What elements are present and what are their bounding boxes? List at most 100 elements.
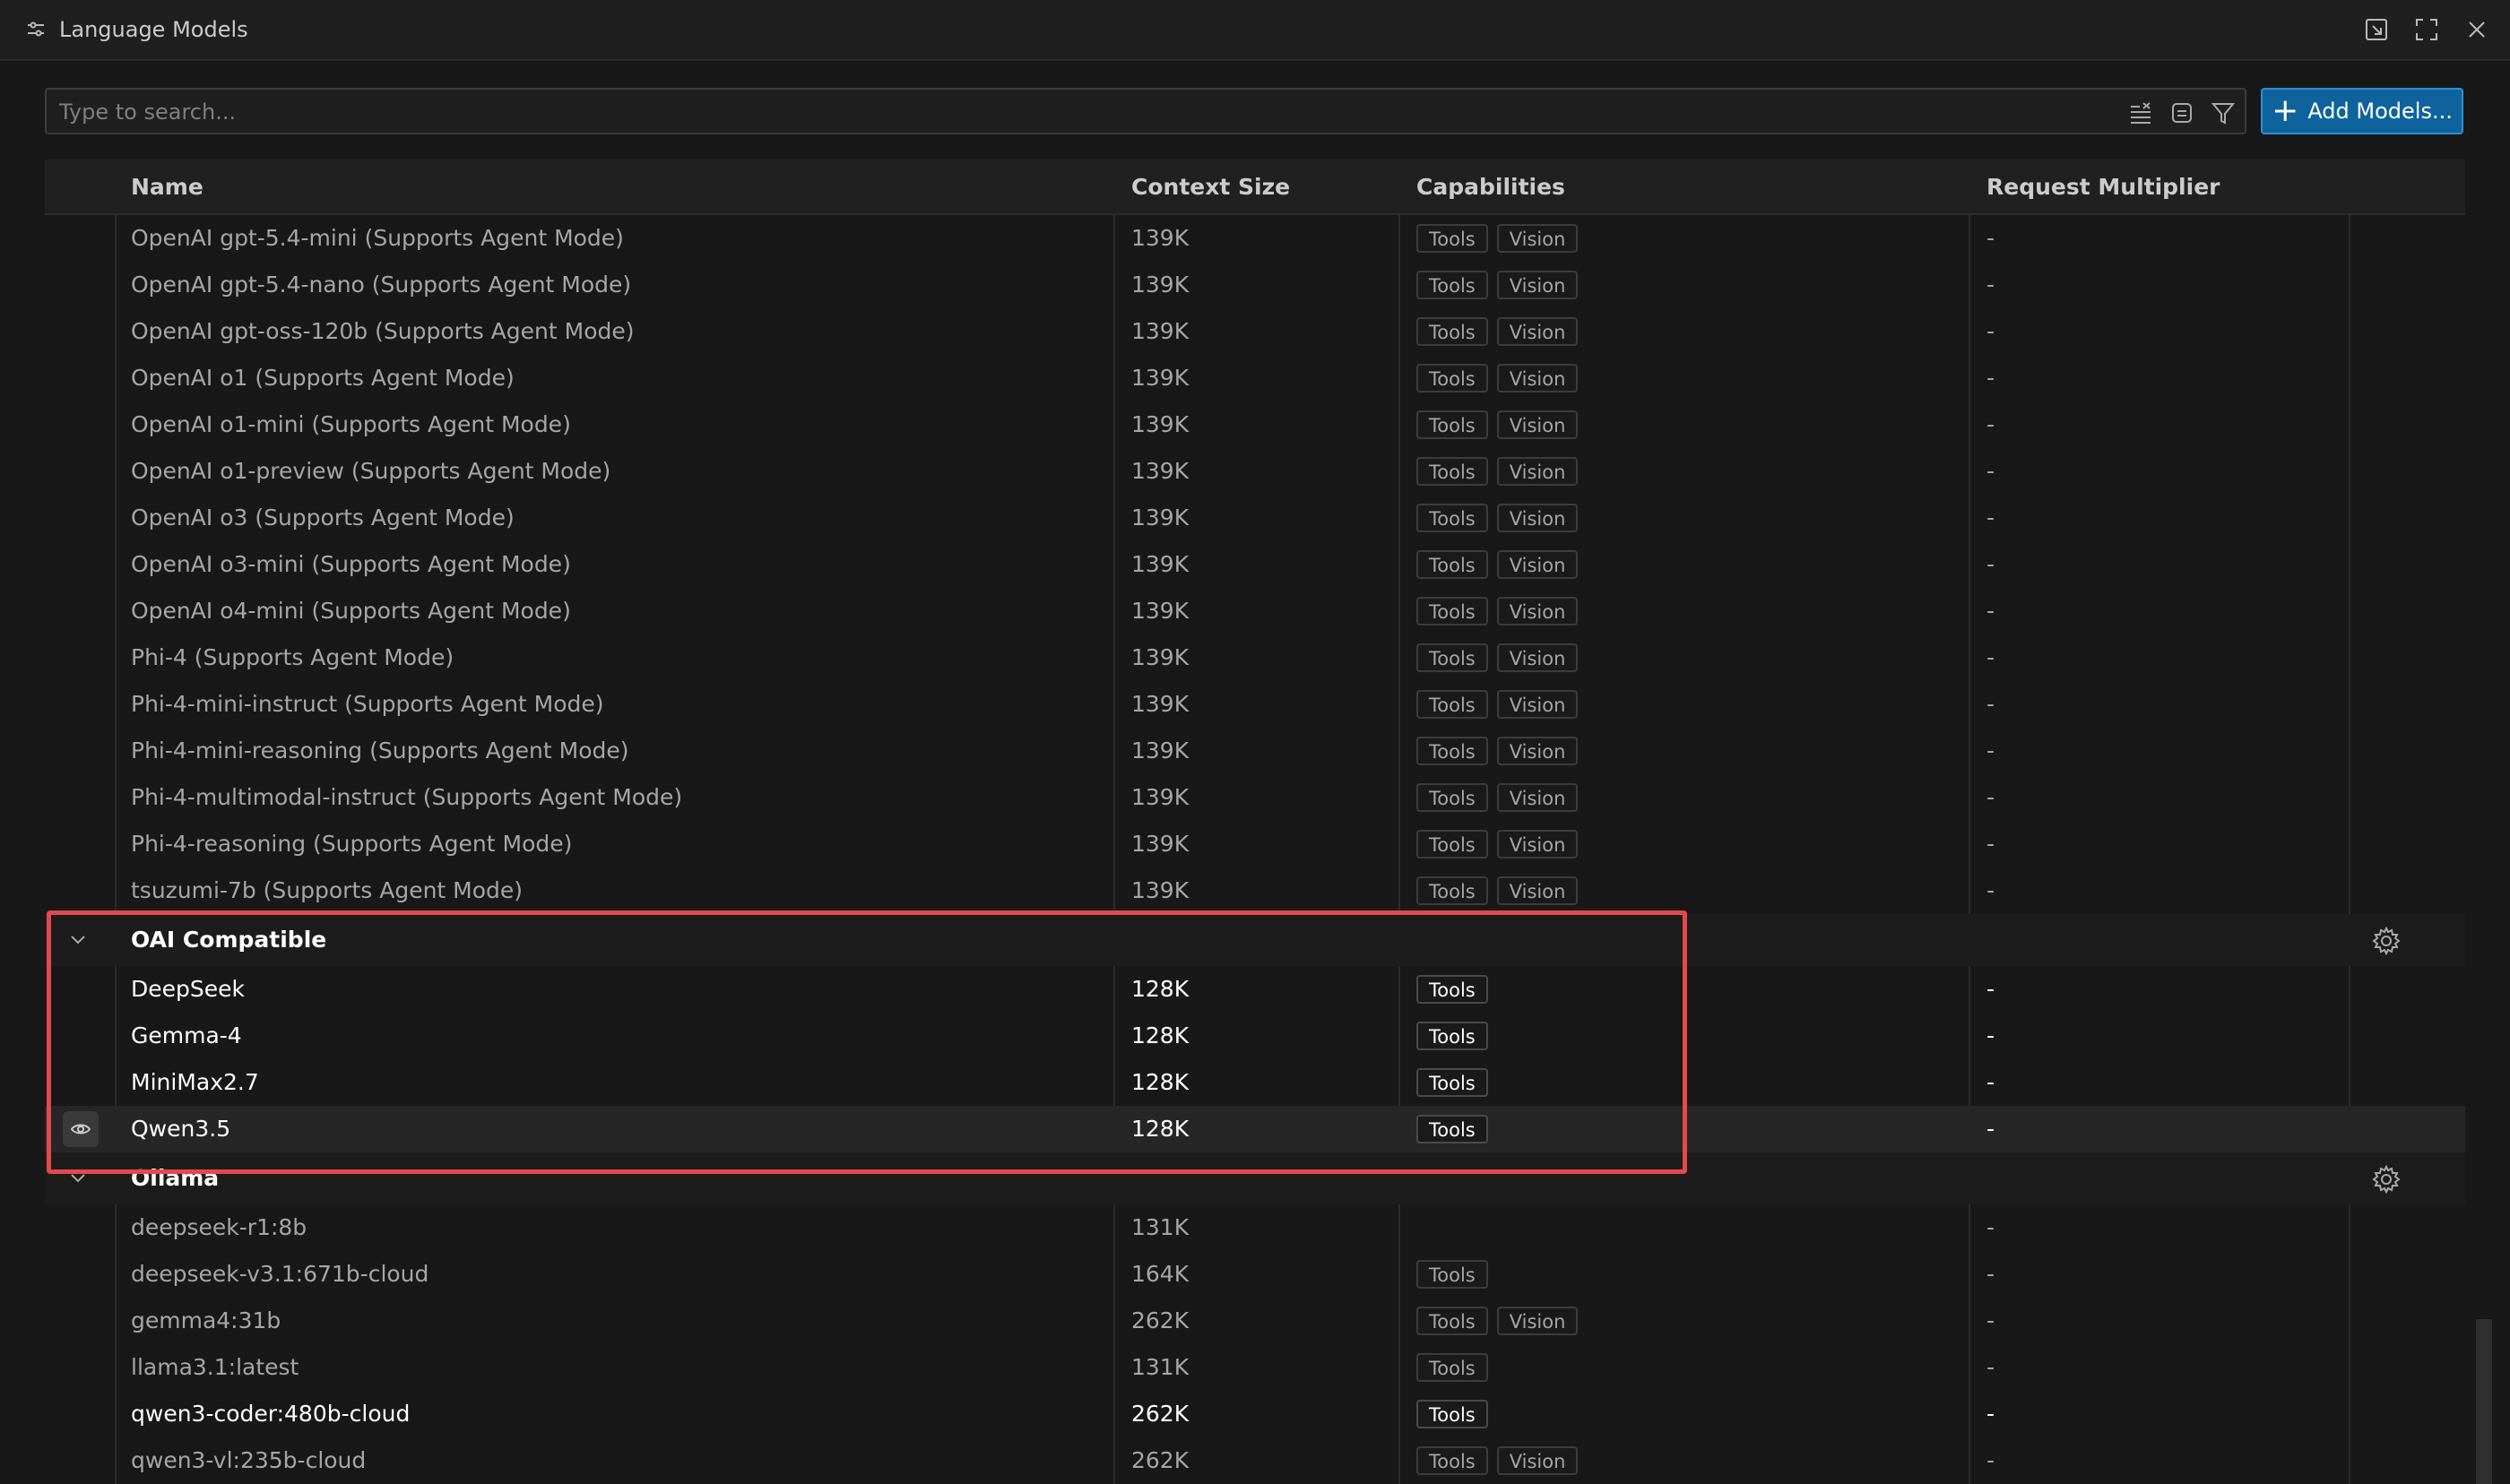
capability-badge: Tools <box>1416 364 1488 393</box>
request-multiplier: - <box>1986 1069 1995 1095</box>
model-name: deepseek-v3.1:671b-cloud <box>131 1261 429 1287</box>
maximize-icon[interactable] <box>2411 14 2442 45</box>
table-row[interactable]: MiniMax2.7 128K Tools - <box>45 1059 2465 1106</box>
capability-badge: Tools <box>1416 550 1488 579</box>
column-header-request-multiplier[interactable]: Request Multiplier <box>1986 174 2220 200</box>
table-row[interactable]: Phi-4-multimodal-instruct (Supports Agen… <box>45 774 2465 821</box>
capabilities: Tools <box>1416 1344 1488 1391</box>
model-name: qwen3-coder:480b-cloud <box>131 1401 411 1427</box>
gear-icon[interactable] <box>2370 1163 2402 1195</box>
capability-badge: Vision <box>1496 737 1579 765</box>
table-body: OpenAI gpt-5.4-mini (Supports Agent Mode… <box>45 215 2465 1484</box>
table-row[interactable]: OpenAI o1 (Supports Agent Mode) 139K Tools… <box>45 355 2465 401</box>
table-row[interactable]: OpenAI o1-mini (Supports Agent Mode) 139K… <box>45 401 2465 448</box>
table-row[interactable]: deepseek-r1:8b 131K - <box>45 1204 2465 1251</box>
table-row[interactable]: Phi-4-mini-reasoning (Supports Agent Mod… <box>45 728 2465 774</box>
request-multiplier: - <box>1986 1354 1995 1380</box>
model-name: llama3.1:latest <box>131 1354 299 1380</box>
table-row[interactable]: Phi-4 (Supports Agent Mode) 139K Tools Visi… <box>45 634 2465 681</box>
model-name: tsuzumi-7b (Supports Agent Mode) <box>131 877 524 903</box>
capability-badge: Tools <box>1416 597 1488 626</box>
context-size: 139K <box>1131 225 1190 251</box>
capability-badge: Vision <box>1496 643 1579 672</box>
context-size: 139K <box>1131 505 1190 531</box>
request-multiplier: - <box>1986 1116 1995 1142</box>
table-row[interactable]: DeepSeek 128K Tools - <box>45 966 2465 1013</box>
capabilities: Tools Vision <box>1416 355 1579 401</box>
table-header: Name Context Size Capabilities Request M… <box>45 160 2465 215</box>
table-row[interactable]: OpenAI gpt-5.4-mini (Supports Agent Mode… <box>45 215 2465 262</box>
request-multiplier: - <box>1986 505 1995 531</box>
model-name: MiniMax2.7 <box>131 1069 259 1095</box>
context-size: 139K <box>1131 691 1190 717</box>
group-row[interactable]: Ollama <box>45 1152 2465 1204</box>
table-row[interactable]: OpenAI o3-mini (Supports Agent Mode) 139K… <box>45 541 2465 588</box>
capability-badge: Vision <box>1496 410 1579 439</box>
model-name: OpenAI o1-preview (Supports Agent Mode) <box>131 458 611 484</box>
column-header-context-size[interactable]: Context Size <box>1131 174 1290 200</box>
request-multiplier: - <box>1986 644 1995 670</box>
model-name: deepseek-r1:8b <box>131 1214 307 1240</box>
clear-filter-icon[interactable] <box>2125 97 2157 129</box>
capability-badge: Vision <box>1496 876 1579 905</box>
filter-icon[interactable] <box>2207 97 2239 129</box>
capability-badge: Tools <box>1416 1400 1488 1428</box>
search-input[interactable] <box>57 93 2123 131</box>
capabilities: Tools <box>1416 1251 1488 1298</box>
capability-badge: Vision <box>1496 783 1579 812</box>
context-size: 128K <box>1131 1069 1190 1095</box>
request-multiplier: - <box>1986 877 1995 903</box>
capabilities: Tools Vision <box>1416 1437 1579 1484</box>
table-row[interactable]: Qwen3.5 128K Tools - <box>45 1106 2465 1152</box>
chevron-down-icon[interactable] <box>65 927 91 953</box>
capabilities: Tools Vision <box>1416 262 1579 308</box>
group-row[interactable]: OAI Compatible <box>45 914 2465 966</box>
table-row[interactable]: OpenAI gpt-5.4-nano (Supports Agent Mode… <box>45 262 2465 308</box>
request-multiplier: - <box>1986 976 1995 1002</box>
table-row[interactable]: qwen3-vl:235b-cloud 262K Tools Vision - <box>45 1437 2465 1484</box>
vertical-scrollbar[interactable] <box>2476 1319 2492 1484</box>
table-row[interactable]: Phi-4-reasoning (Supports Agent Mode) 139… <box>45 821 2465 867</box>
collapse-all-icon[interactable] <box>2166 97 2198 129</box>
capability-badge: Tools <box>1416 1446 1488 1475</box>
capabilities: Tools <box>1416 966 1488 1013</box>
request-multiplier: - <box>1986 784 1995 810</box>
table-row[interactable]: Gemma-4 128K Tools - <box>45 1013 2465 1059</box>
table-row[interactable]: tsuzumi-7b (Supports Agent Mode) 139K Tool… <box>45 867 2465 914</box>
context-size: 139K <box>1131 365 1190 391</box>
capability-badge: Vision <box>1496 457 1579 486</box>
close-icon[interactable] <box>2462 14 2492 45</box>
table-row[interactable]: deepseek-v3.1:671b-cloud 164K Tools - <box>45 1251 2465 1298</box>
request-multiplier: - <box>1986 272 1995 298</box>
table-row[interactable]: gemma4:31b 262K Tools Vision - <box>45 1298 2465 1344</box>
capability-badge: Vision <box>1496 317 1579 346</box>
open-in-editor-icon[interactable] <box>2361 14 2392 45</box>
capabilities: Tools Vision <box>1416 588 1579 634</box>
table-row[interactable]: llama3.1:latest 131K Tools - <box>45 1344 2465 1391</box>
capability-badge: Tools <box>1416 1115 1488 1143</box>
request-multiplier: - <box>1986 411 1995 437</box>
gear-icon[interactable] <box>2370 925 2402 957</box>
capability-badge: Tools <box>1416 457 1488 486</box>
column-header-capabilities[interactable]: Capabilities <box>1416 174 1565 200</box>
table-row[interactable]: OpenAI o4-mini (Supports Agent Mode) 139K… <box>45 588 2465 634</box>
eye-icon[interactable] <box>63 1111 99 1147</box>
search-row: + Add Models... <box>45 88 2465 138</box>
table-row[interactable]: Phi-4-mini-instruct (Supports Agent Mode… <box>45 681 2465 728</box>
table-row[interactable]: OpenAI o1-preview (Supports Agent Mode) 1… <box>45 448 2465 495</box>
chevron-down-icon[interactable] <box>65 1165 91 1192</box>
capability-badge: Vision <box>1496 597 1579 626</box>
request-multiplier: - <box>1986 1307 1995 1333</box>
capabilities: Tools Vision <box>1416 728 1579 774</box>
capability-badge: Vision <box>1496 364 1579 393</box>
table-row[interactable]: qwen3-coder:480b-cloud 262K Tools - <box>45 1391 2465 1437</box>
capabilities: Tools Vision <box>1416 821 1579 867</box>
add-models-button[interactable]: + Add Models... <box>2261 88 2463 134</box>
column-header-name[interactable]: Name <box>131 174 203 200</box>
capability-badge: Tools <box>1416 1022 1488 1050</box>
capabilities: Tools Vision <box>1416 401 1579 448</box>
table-row[interactable]: OpenAI o3 (Supports Agent Mode) 139K Tools… <box>45 495 2465 541</box>
capabilities: Tools Vision <box>1416 867 1579 914</box>
request-multiplier: - <box>1986 598 1995 624</box>
table-row[interactable]: OpenAI gpt-oss-120b (Supports Agent Mode… <box>45 308 2465 355</box>
